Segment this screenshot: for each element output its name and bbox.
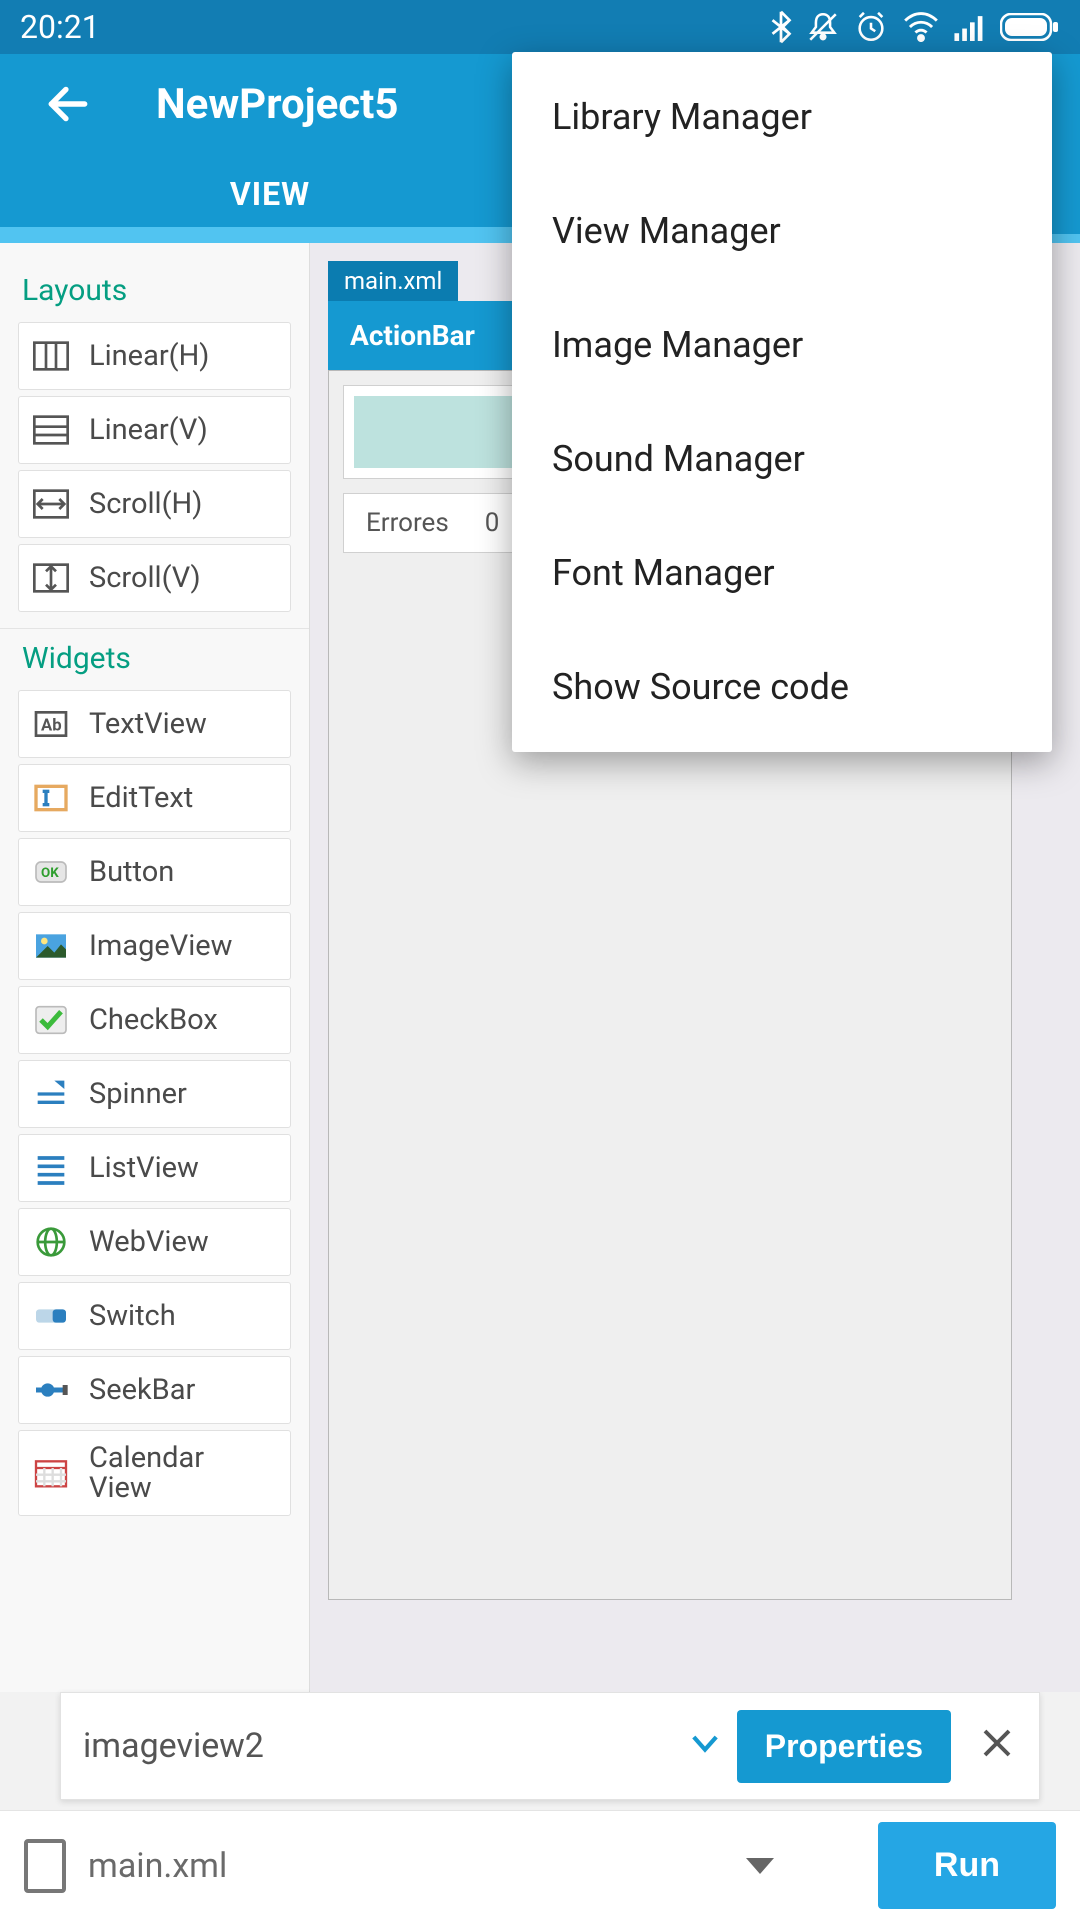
run-bar: main.xml Run: [0, 1810, 1080, 1920]
tab-view[interactable]: VIEW: [0, 154, 540, 234]
status-icons: [770, 10, 1060, 44]
linear-v-icon: [27, 406, 75, 454]
close-button[interactable]: [969, 1719, 1025, 1773]
palette-calendarview[interactable]: Calendar View: [18, 1430, 291, 1516]
palette-label: TextView: [89, 707, 207, 741]
palette-label: Linear(V): [89, 413, 208, 447]
wifi-icon: [902, 12, 940, 42]
calendar-icon: [27, 1449, 75, 1497]
overflow-menu: Library Manager View Manager Image Manag…: [512, 52, 1052, 752]
palette-label: SeekBar: [89, 1373, 195, 1407]
app-title: NewProject5: [156, 80, 399, 129]
errores-count: 0: [485, 508, 500, 538]
palette-edittext[interactable]: EditText: [18, 764, 291, 832]
dropdown-caret-icon[interactable]: [691, 1734, 719, 1758]
palette-label: WebView: [89, 1225, 209, 1259]
selected-element-bar: imageview2 Properties: [60, 1692, 1040, 1800]
palette-checkbox[interactable]: CheckBox: [18, 986, 291, 1054]
palette-label: Switch: [89, 1299, 176, 1333]
imageview-icon: [27, 922, 75, 970]
textview-icon: Ab: [27, 700, 75, 748]
edittext-icon: [27, 774, 75, 822]
palette-textview[interactable]: Ab TextView: [18, 690, 291, 758]
arrow-left-icon: [43, 79, 93, 129]
svg-text:Ab: Ab: [41, 717, 62, 736]
status-time: 20:21: [20, 8, 100, 46]
button-icon: OK: [27, 848, 75, 896]
widgets-sidebar[interactable]: Layouts Linear(H) Linear(V) Scroll(H): [0, 243, 310, 1692]
back-button[interactable]: [40, 76, 96, 132]
palette-spinner[interactable]: Spinner: [18, 1060, 291, 1128]
palette-label: Scroll(H): [89, 487, 202, 521]
palette-seekbar[interactable]: SeekBar: [18, 1356, 291, 1424]
menu-font-manager[interactable]: Font Manager: [512, 516, 1052, 630]
status-bar: 20:21: [0, 0, 1080, 54]
linear-h-icon: [27, 332, 75, 380]
palette-label: Scroll(V): [89, 561, 201, 595]
run-button[interactable]: Run: [878, 1822, 1056, 1909]
palette-label: Spinner: [89, 1077, 187, 1111]
palette-label: EditText: [89, 781, 193, 815]
palette-label: ImageView: [89, 929, 232, 963]
switch-icon: [27, 1292, 75, 1340]
layouts-header: Layouts: [22, 273, 291, 308]
palette-scroll-v[interactable]: Scroll(V): [18, 544, 291, 612]
palette-webview[interactable]: WebView: [18, 1208, 291, 1276]
palette-listview[interactable]: ListView: [18, 1134, 291, 1202]
menu-image-manager[interactable]: Image Manager: [512, 288, 1052, 402]
bluetooth-icon: [770, 10, 792, 44]
palette-linear-h[interactable]: Linear(H): [18, 322, 291, 390]
canvas-file-tab[interactable]: main.xml: [328, 261, 458, 301]
menu-show-source[interactable]: Show Source code: [512, 630, 1052, 744]
close-icon: [979, 1725, 1015, 1761]
palette-label: Button: [89, 855, 174, 889]
widgets-header: Widgets: [22, 641, 291, 676]
menu-view-manager[interactable]: View Manager: [512, 174, 1052, 288]
scroll-h-icon: [27, 480, 75, 528]
listview-icon: [27, 1144, 75, 1192]
menu-library-manager[interactable]: Library Manager: [512, 60, 1052, 174]
palette-imageview[interactable]: ImageView: [18, 912, 291, 980]
file-dropdown-icon[interactable]: [746, 1858, 774, 1874]
properties-button[interactable]: Properties: [737, 1710, 951, 1783]
palette-button[interactable]: OK Button: [18, 838, 291, 906]
mute-icon: [806, 10, 840, 44]
seekbar-icon: [27, 1366, 75, 1414]
svg-text:OK: OK: [41, 866, 59, 881]
palette-scroll-h[interactable]: Scroll(H): [18, 470, 291, 538]
current-file-label[interactable]: main.xml: [88, 1846, 724, 1886]
menu-sound-manager[interactable]: Sound Manager: [512, 402, 1052, 516]
scroll-v-icon: [27, 554, 75, 602]
palette-label: Linear(H): [89, 339, 209, 373]
webview-icon: [27, 1218, 75, 1266]
palette-switch[interactable]: Switch: [18, 1282, 291, 1350]
errores-label: Errores: [366, 508, 449, 538]
document-icon: [24, 1839, 66, 1893]
spinner-icon: [27, 1070, 75, 1118]
selected-element-name[interactable]: imageview2: [83, 1726, 673, 1766]
palette-label: CheckBox: [89, 1003, 218, 1037]
alarm-icon: [854, 10, 888, 44]
palette-label: Calendar View: [89, 1443, 204, 1504]
battery-icon: [1000, 13, 1060, 41]
palette-label: ListView: [89, 1151, 199, 1185]
signal-icon: [954, 13, 986, 41]
tab-view-label: VIEW: [230, 175, 310, 213]
palette-linear-v[interactable]: Linear(V): [18, 396, 291, 464]
checkbox-icon: [27, 996, 75, 1044]
